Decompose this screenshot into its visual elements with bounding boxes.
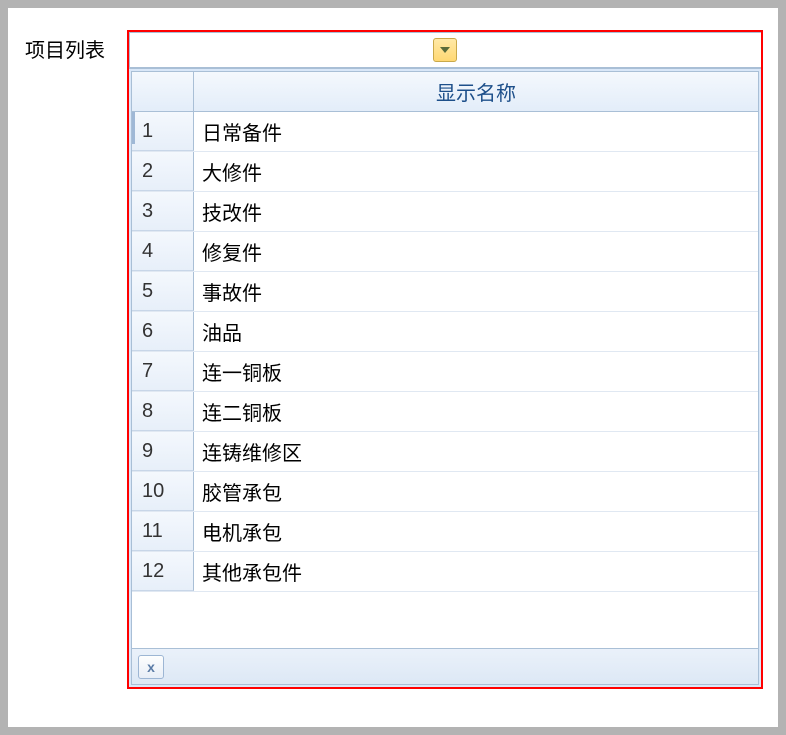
name-cell: 技改件	[194, 192, 758, 231]
table-row[interactable]: 10胶管承包	[132, 472, 758, 512]
scroll-indicator	[132, 112, 135, 144]
table-row[interactable]: 12其他承包件	[132, 552, 758, 592]
name-cell: 连一铜板	[194, 352, 758, 391]
table-row[interactable]: 7连一铜板	[132, 352, 758, 392]
table-row[interactable]: 5事故件	[132, 272, 758, 312]
row-number-cell: 1	[132, 112, 194, 151]
row-number-cell: 8	[132, 392, 194, 431]
row-number-cell: 2	[132, 152, 194, 191]
row-number-cell: 9	[132, 432, 194, 471]
grid-footer: x	[132, 648, 758, 684]
field-label: 项目列表	[25, 34, 105, 63]
chevron-down-icon	[440, 47, 450, 53]
name-cell: 连二铜板	[194, 392, 758, 431]
table-row[interactable]: 3技改件	[132, 192, 758, 232]
table-row[interactable]: 11电机承包	[132, 512, 758, 552]
name-cell: 日常备件	[194, 112, 758, 151]
form-panel: 项目列表 显示名称 1日常备件2大修件3技改件4修复件5事故件6油品7连一铜板8…	[8, 8, 778, 727]
grid-column-header[interactable]: 显示名称	[194, 72, 758, 111]
table-row[interactable]: 9连铸维修区	[132, 432, 758, 472]
table-row[interactable]: 8连二铜板	[132, 392, 758, 432]
grid-corner-cell	[132, 72, 194, 111]
name-cell: 其他承包件	[194, 552, 758, 591]
table-row[interactable]: 6油品	[132, 312, 758, 352]
grid-header-row: 显示名称	[132, 72, 758, 112]
dropdown-grid: 显示名称 1日常备件2大修件3技改件4修复件5事故件6油品7连一铜板8连二铜板9…	[131, 71, 759, 685]
row-number-cell: 12	[132, 552, 194, 591]
name-cell: 油品	[194, 312, 758, 351]
item-list-dropdown: 显示名称 1日常备件2大修件3技改件4修复件5事故件6油品7连一铜板8连二铜板9…	[127, 30, 763, 689]
row-number-cell: 7	[132, 352, 194, 391]
name-cell: 胶管承包	[194, 472, 758, 511]
name-cell: 连铸维修区	[194, 432, 758, 471]
row-number-cell: 10	[132, 472, 194, 511]
dropdown-input-row	[129, 32, 761, 68]
table-row[interactable]: 1日常备件	[132, 112, 758, 152]
name-cell: 电机承包	[194, 512, 758, 551]
name-cell: 大修件	[194, 152, 758, 191]
row-number-cell: 3	[132, 192, 194, 231]
grid-empty-space	[132, 592, 758, 648]
name-cell: 修复件	[194, 232, 758, 271]
dropdown-trigger-button[interactable]	[433, 38, 457, 62]
row-number-cell: 11	[132, 512, 194, 551]
clear-selection-button[interactable]: x	[138, 655, 164, 679]
row-number-cell: 6	[132, 312, 194, 351]
table-row[interactable]: 4修复件	[132, 232, 758, 272]
name-cell: 事故件	[194, 272, 758, 311]
table-row[interactable]: 2大修件	[132, 152, 758, 192]
dropdown-panel: 显示名称 1日常备件2大修件3技改件4修复件5事故件6油品7连一铜板8连二铜板9…	[129, 68, 761, 687]
row-number-cell: 5	[132, 272, 194, 311]
row-number-cell: 4	[132, 232, 194, 271]
grid-body: 1日常备件2大修件3技改件4修复件5事故件6油品7连一铜板8连二铜板9连铸维修区…	[132, 112, 758, 592]
